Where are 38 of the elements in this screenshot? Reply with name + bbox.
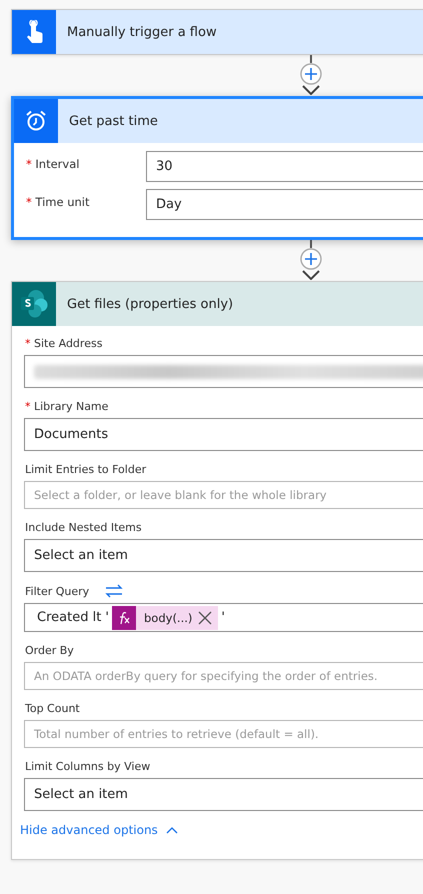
input-field[interactable]: Select an item: [24, 539, 423, 572]
swap-icon[interactable]: [105, 584, 124, 598]
card-title: Manually trigger a flow: [67, 24, 217, 40]
close-icon[interactable]: [198, 610, 212, 624]
field-label: * Library Name: [25, 400, 108, 413]
input-field[interactable]: [24, 355, 423, 388]
action-card[interactable]: Get past time * Interval 30 * Time unit Day: [11, 96, 423, 240]
input-field[interactable]: Select an item: [24, 778, 423, 811]
add-step-icon[interactable]: [300, 63, 322, 85]
field-label: Order By: [25, 644, 74, 657]
hide-advanced-options-link[interactable]: Hide advanced options: [20, 823, 178, 837]
expression-token[interactable]: body(...): [112, 606, 218, 630]
query-text: Created lt ': [37, 610, 109, 625]
add-step-icon[interactable]: [300, 248, 322, 270]
field-label: Top Count: [25, 702, 80, 715]
input-field[interactable]: Created lt ' body(...) ': [24, 603, 423, 632]
query-text: ': [221, 610, 225, 625]
input-field[interactable]: Documents: [24, 418, 423, 451]
arrow-down-icon: [301, 270, 321, 280]
field-label: * Interval: [26, 156, 80, 171]
alarm-clock-icon: [25, 110, 47, 132]
input-field[interactable]: Day: [146, 189, 423, 220]
field-label: Include Nested Items: [25, 521, 142, 534]
field-label: Limit Entries to Folder: [25, 463, 146, 476]
action-card[interactable]: [11, 281, 423, 860]
chevron-up-icon: [166, 826, 178, 834]
action-card[interactable]: Manually trigger a flow: [11, 9, 423, 55]
card-title: Get past time: [69, 114, 158, 128]
field-label: * Site Address: [25, 337, 102, 350]
field-label: Limit Columns by View: [25, 760, 150, 773]
field-label: Filter Query: [25, 584, 90, 598]
field-label: * Time unit: [26, 194, 90, 209]
sharepoint-logo-icon: [19, 289, 49, 319]
arrow-down-icon: [301, 85, 321, 95]
input-field[interactable]: 30: [146, 151, 423, 182]
hand-pointer-icon: [25, 20, 43, 44]
card-title: Get files (properties only): [67, 296, 234, 312]
function-icon: [112, 606, 136, 630]
